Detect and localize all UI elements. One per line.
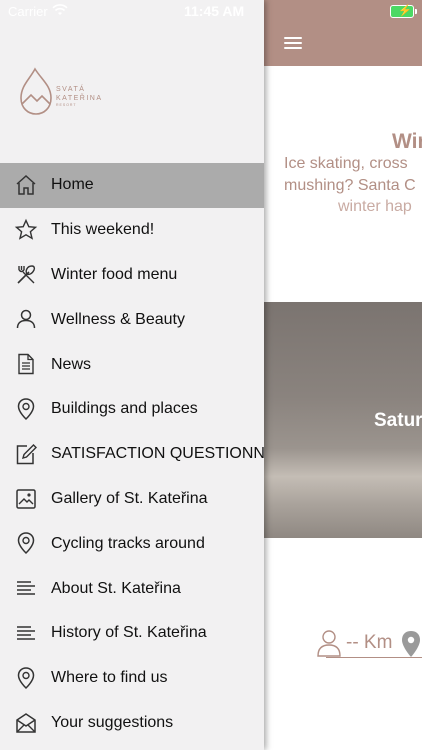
battery-icon: ⚡ <box>390 5 417 18</box>
menu-item-label: Winter food menu <box>51 265 178 283</box>
logo-text: RESORT <box>56 103 77 107</box>
menu-item-satisfaction-questionnaire[interactable]: SATISFACTION QUESTIONNAIRE <box>0 432 264 477</box>
menu-item-news[interactable]: News <box>0 342 264 387</box>
star-icon <box>14 218 38 240</box>
promo-text-line: mushing? Santa C <box>284 177 416 194</box>
menu-item-label: This weekend! <box>51 221 155 239</box>
menu-item-label: SATISFACTION QUESTIONNAIRE <box>51 445 264 463</box>
person-icon <box>317 630 341 657</box>
menu-item-label: About St. Kateřina <box>51 579 181 597</box>
text-lines-icon <box>17 581 35 595</box>
menu-item-label: Buildings and places <box>51 400 198 418</box>
menu-item-label: History of St. Kateřina <box>51 624 207 642</box>
edit-icon <box>16 443 37 465</box>
top-navigation-bar: ⚡ <box>264 0 422 66</box>
menu-item-this-weekend[interactable]: This weekend! <box>0 208 264 253</box>
status-time: 11:45 AM <box>184 3 245 19</box>
wifi-icon <box>52 4 68 15</box>
home-icon <box>16 174 36 195</box>
menu-item-gallery[interactable]: Gallery of St. Kateřina <box>0 477 264 522</box>
menu-item-where-to-find-us[interactable]: Where to find us <box>0 656 264 701</box>
logo-text: KATEŘINA <box>56 93 103 102</box>
menu-item-about[interactable]: About St. Kateřina <box>0 566 264 611</box>
promo-text-line: winter hap <box>338 198 412 215</box>
person-icon <box>16 310 36 329</box>
menu-item-label: Where to find us <box>51 669 168 687</box>
envelope-icon <box>16 712 36 733</box>
menu-item-label: Home <box>51 176 94 194</box>
resort-logo: SVATÁ KATEŘINA RESORT <box>20 67 103 115</box>
menu-item-your-suggestions[interactable]: Your suggestions <box>0 701 264 746</box>
menu-item-wellness-beauty[interactable]: Wellness & Beauty <box>0 297 264 342</box>
menu-item-home[interactable]: Home <box>0 163 264 208</box>
menu-item-label: News <box>51 355 92 373</box>
location-pin-icon <box>17 532 35 555</box>
hamburger-menu-icon[interactable] <box>284 37 302 49</box>
side-drawer: Carrier 11:45 AM SVATÁ KATEŘINA RESORT H… <box>0 0 264 750</box>
menu-item-buildings-places[interactable]: Buildings and places <box>0 387 264 432</box>
distance-value: -- Km <box>346 632 393 653</box>
promo-title: Wir <box>392 130 422 153</box>
cutlery-icon <box>17 264 36 284</box>
menu-item-label: Gallery of St. Kateřina <box>51 489 208 507</box>
drawer-menu: Home This weekend! Winter food menu Well… <box>0 163 264 745</box>
carrier-label: Carrier <box>8 4 48 19</box>
main-content: ⚡ Wir Ice skating, cross mushing? Santa … <box>264 0 422 750</box>
event-photo-caption: Satur <box>374 410 422 431</box>
menu-item-winter-food-menu[interactable]: Winter food menu <box>0 253 264 298</box>
promo-text-line: Ice skating, cross <box>284 155 408 172</box>
menu-item-label: Your suggestions <box>51 713 174 731</box>
text-lines-icon <box>17 626 35 640</box>
menu-item-cycling-tracks[interactable]: Cycling tracks around <box>0 521 264 566</box>
menu-item-label: Wellness & Beauty <box>51 310 185 328</box>
location-pin-icon <box>17 398 35 421</box>
menu-item-history[interactable]: History of St. Kateřina <box>0 611 264 656</box>
location-pin-icon <box>402 631 420 657</box>
logo-text: SVATÁ <box>56 84 85 93</box>
document-icon <box>18 353 34 375</box>
status-bar: Carrier 11:45 AM <box>0 0 264 22</box>
image-icon <box>16 488 36 509</box>
location-pin-icon <box>17 667 35 689</box>
menu-item-label: Cycling tracks around <box>51 534 205 552</box>
